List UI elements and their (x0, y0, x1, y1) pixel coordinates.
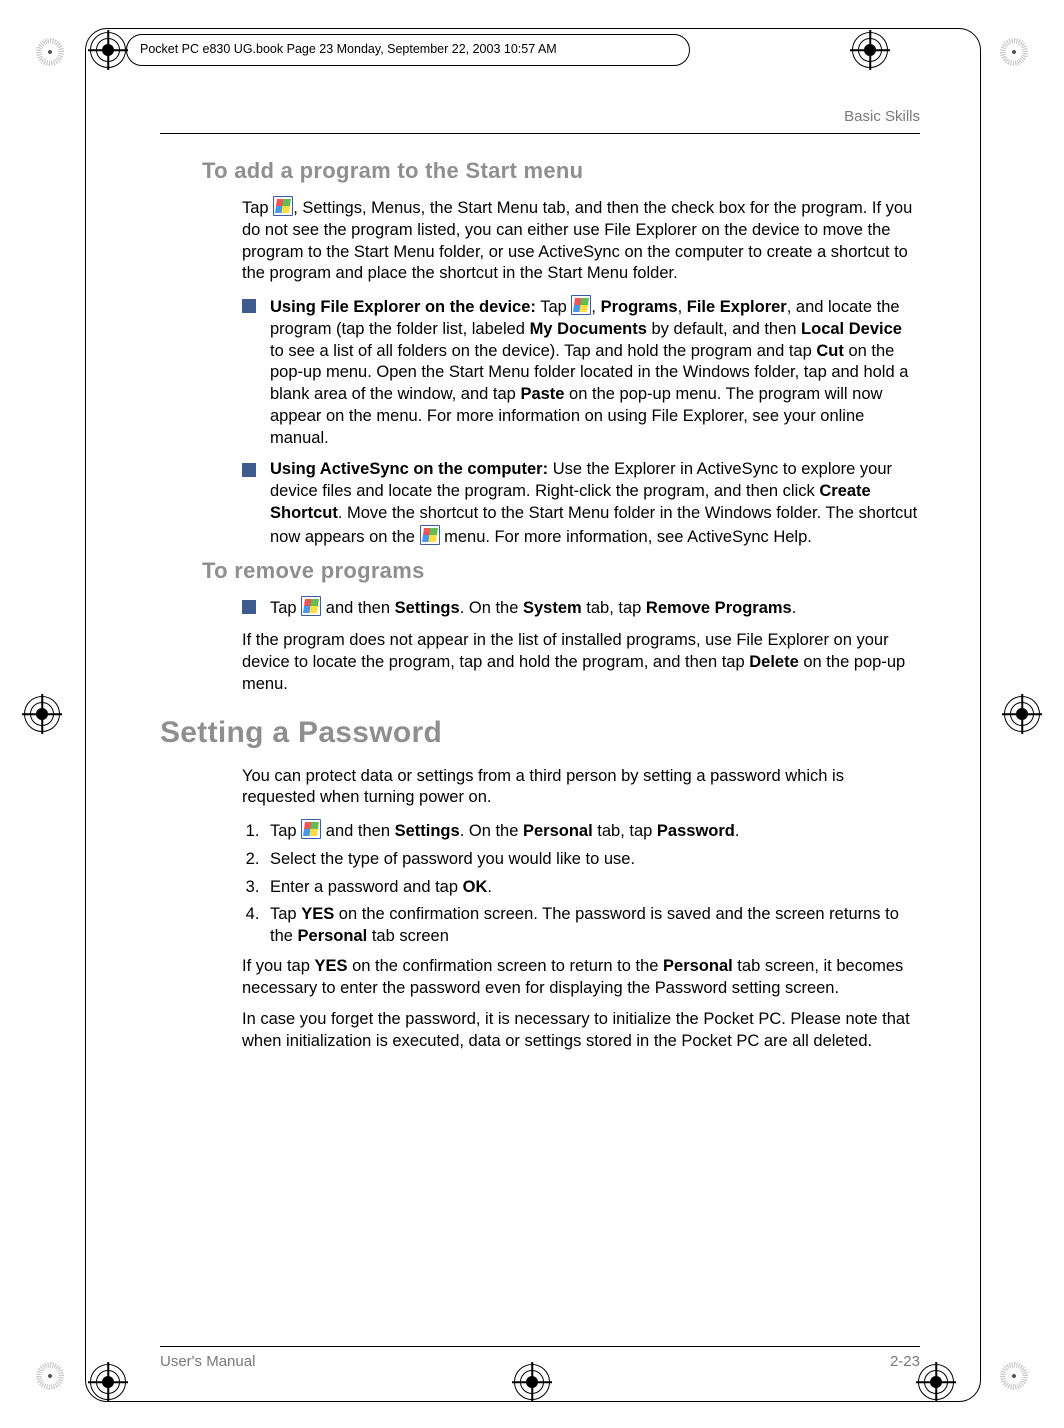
list-item: Tap and then Settings. On the Personal t… (264, 819, 920, 843)
print-header: Pocket PC e830 UG.book Page 23 Monday, S… (140, 42, 557, 56)
start-icon (420, 525, 440, 545)
body-text: If you tap YES on the confirmation scree… (242, 956, 920, 1000)
list-item: Select the type of password you would li… (264, 849, 920, 871)
heading-remove-programs: To remove programs (202, 558, 920, 584)
list-item: Tap YES on the confirmation screen. The … (264, 904, 920, 948)
list-item: Using ActiveSync on the computer: Use th… (242, 459, 920, 548)
start-icon (273, 196, 293, 216)
footer-left: User's Manual (160, 1353, 255, 1370)
crop-mark-icon (1000, 1362, 1028, 1390)
start-icon (301, 819, 321, 839)
crop-mark-icon (1000, 38, 1028, 66)
body-text: If the program does not appear in the li… (242, 630, 920, 695)
register-mark-icon (1002, 694, 1042, 734)
heading-setting-password: Setting a Password (160, 716, 920, 750)
list-item: Using File Explorer on the device: Tap ,… (242, 295, 920, 449)
register-mark-icon (22, 694, 62, 734)
list-item: Enter a password and tap OK. (264, 877, 920, 899)
running-head: Basic Skills (160, 108, 920, 125)
start-icon (571, 295, 591, 315)
start-icon (301, 596, 321, 616)
list-item: Tap and then Settings. On the System tab… (242, 596, 920, 620)
body-text: Tap , Settings, Menus, the Start Menu ta… (242, 196, 920, 285)
body-text: In case you forget the password, it is n… (242, 1009, 920, 1053)
footer-right: 2-23 (890, 1353, 920, 1370)
body-text: You can protect data or settings from a … (242, 766, 920, 810)
crop-mark-icon (36, 1362, 64, 1390)
crop-mark-icon (36, 38, 64, 66)
heading-add-program: To add a program to the Start menu (202, 158, 920, 184)
header-rule (160, 133, 920, 134)
